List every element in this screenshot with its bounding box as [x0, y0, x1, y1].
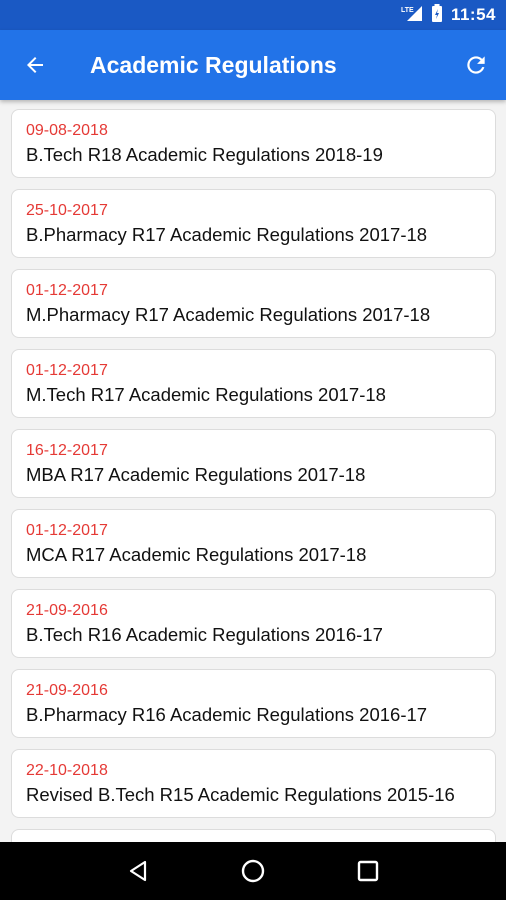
list-item[interactable]: 25-10-2017 B.Pharmacy R17 Academic Regul…: [11, 189, 496, 258]
status-bar: LTE 11:54: [0, 0, 506, 30]
list-item[interactable]: 16-12-2017 MBA R17 Academic Regulations …: [11, 429, 496, 498]
item-title: B.Tech R18 Academic Regulations 2018-19: [26, 144, 383, 165]
nav-home-icon: [241, 859, 265, 883]
battery-icon: [431, 3, 443, 27]
item-date: 01-12-2017: [26, 362, 108, 379]
item-title: B.Pharmacy R16 Academic Regulations 2016…: [26, 704, 428, 725]
item-title: MBA R17 Academic Regulations 2017-18: [26, 464, 366, 485]
nav-home-button[interactable]: [228, 846, 278, 896]
lte-signal-icon: LTE: [401, 5, 423, 26]
list-item[interactable]: 21-09-2016 B.Tech R16 Academic Regulatio…: [11, 589, 496, 658]
item-date: 21-09-2016: [26, 682, 108, 699]
item-title: M.Tech R17 Academic Regulations 2017-18: [26, 384, 386, 405]
item-date: 01-12-2017: [26, 522, 108, 539]
arrow-back-icon: [27, 57, 43, 73]
list-item[interactable]: 01-12-2017 M.Tech R17 Academic Regulatio…: [11, 349, 496, 418]
back-button[interactable]: [0, 30, 70, 100]
refresh-icon: [467, 56, 485, 74]
nav-recents-icon: [358, 860, 379, 882]
nav-recents-button[interactable]: [343, 846, 393, 896]
list-item[interactable]: 22-10-2018 Revised B.Tech R15 Academic R…: [11, 749, 496, 818]
item-title: B.Pharmacy R17 Academic Regulations 2017…: [26, 224, 428, 245]
item-title: MCA R17 Academic Regulations 2017-18: [26, 544, 367, 565]
item-date: 09-08-2018: [26, 122, 108, 139]
list-item[interactable]: 01-12-2017 MCA R17 Academic Regulations …: [11, 509, 496, 578]
item-title: Revised B.Tech R15 Academic Regulations …: [26, 784, 455, 805]
page-title: Academic Regulations: [90, 51, 337, 78]
regulations-list[interactable]: 09-08-2018 B.Tech R18 Academic Regulatio…: [0, 100, 506, 842]
item-date: 21-09-2016: [26, 602, 108, 619]
list-item-partial[interactable]: [11, 829, 496, 842]
item-title: M.Pharmacy R17 Academic Regulations 2017…: [26, 304, 431, 325]
list-item[interactable]: 09-08-2018 B.Tech R18 Academic Regulatio…: [11, 109, 496, 178]
navigation-bar: [0, 842, 506, 900]
item-date: 25-10-2017: [26, 202, 108, 219]
nav-back-icon: [129, 860, 146, 882]
nav-back-button[interactable]: [113, 846, 163, 896]
svg-text:LTE: LTE: [401, 7, 414, 14]
list-item[interactable]: 21-09-2016 B.Pharmacy R16 Academic Regul…: [11, 669, 496, 738]
status-time: 11:54: [450, 5, 496, 24]
item-date: 16-12-2017: [26, 442, 108, 459]
app-bar: Academic Regulations: [0, 30, 506, 100]
item-date: 01-12-2017: [26, 282, 108, 299]
list-item[interactable]: 01-12-2017 M.Pharmacy R17 Academic Regul…: [11, 269, 496, 338]
item-title: B.Tech R16 Academic Regulations 2016-17: [26, 624, 383, 645]
refresh-button[interactable]: [446, 30, 506, 100]
item-date: 22-10-2018: [26, 762, 108, 779]
